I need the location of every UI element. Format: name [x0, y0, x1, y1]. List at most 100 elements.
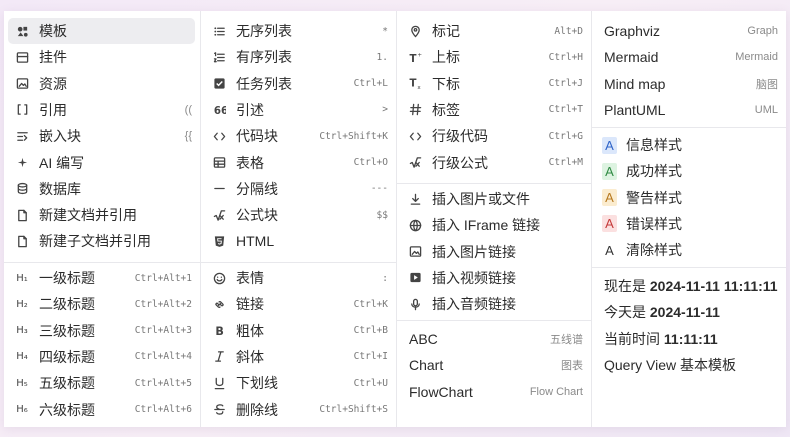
menu-item-date-current-time-value: 11:11:11: [663, 330, 718, 347]
menu-item-database[interactable]: 数据库: [8, 176, 195, 202]
menu-item-underline[interactable]: 下划线 Ctrl+U: [205, 370, 391, 396]
menu-item-link[interactable]: 链接 Ctrl+K: [205, 291, 391, 317]
video-icon: [407, 270, 423, 286]
menu-item-task-list-shortcut: Ctrl+L: [353, 78, 388, 90]
menu-item-ordered-list-shortcut: 1.: [376, 51, 388, 63]
menu-item-bold-shortcut: Ctrl+B: [353, 325, 388, 337]
menu-item-math-block[interactable]: 公式块 $$: [205, 202, 391, 228]
menu-item-insert-video-link[interactable]: 插入视频链接: [401, 265, 586, 291]
svg-text:66: 66: [213, 107, 225, 117]
divider-blocks-inline: [201, 262, 396, 263]
heading-6-icon: H₆: [16, 404, 28, 415]
menu-item-mark-label: 标记: [432, 23, 460, 39]
menu-item-chart-label: Chart: [409, 357, 444, 374]
embed-icon: [14, 128, 30, 144]
menu-item-quote-shortcut: >: [382, 104, 388, 116]
menu-item-abc[interactable]: ABC 五线谱: [401, 326, 586, 352]
menu-item-tag[interactable]: 标签 Ctrl+T: [401, 97, 586, 123]
menu-item-heading-4[interactable]: H₄ 四级标题 Ctrl+Alt+4: [8, 344, 195, 370]
menu-column-formatting: 无序列表 * 有序列表 1. 任务列表 Ctrl+L 66 引述 > 代码块 Ctrl+Shift+…: [200, 11, 396, 427]
menu-item-success-style[interactable]: A 成功样式: [596, 158, 781, 184]
menu-item-new-doc-ref[interactable]: 新建文档并引用: [8, 202, 195, 228]
menu-item-asset[interactable]: 资源: [8, 71, 195, 97]
menu-item-warning-style-label: 警告样式: [626, 189, 682, 206]
menu-item-info-style-badge: A: [602, 136, 617, 154]
menu-item-clear-style[interactable]: A 清除样式: [596, 237, 781, 263]
menu-item-strikethrough[interactable]: 删除线 Ctrl+Shift+S: [205, 397, 391, 423]
menu-item-ref[interactable]: 引用 ((: [8, 97, 195, 123]
menu-item-error-style[interactable]: A 错误样式: [596, 211, 781, 237]
menu-item-task-list[interactable]: 任务列表 Ctrl+L: [205, 71, 391, 97]
menu-item-new-subdoc-ref[interactable]: 新建子文档并引用: [8, 228, 195, 254]
divider-media-charts: [397, 320, 591, 321]
sparkle-icon: [14, 155, 30, 171]
menu-item-table-label: 表格: [236, 154, 264, 171]
menu-item-quote[interactable]: 66 引述 >: [205, 97, 391, 123]
menu-item-unordered-list[interactable]: 无序列表 *: [205, 18, 391, 44]
menu-item-abc-label: ABC: [409, 331, 438, 347]
menu-item-code-block[interactable]: 代码块 Ctrl+Shift+K: [205, 123, 391, 149]
menu-item-html[interactable]: HTML: [205, 228, 391, 254]
menu-column-diagrams-styles: Graphviz Graph Mermaid Mermaid Mind map 脑图 Pla…: [591, 11, 786, 427]
menu-item-italic-shortcut: Ctrl+I: [353, 351, 388, 363]
menu-item-insert-image-file[interactable]: 插入图片或文件: [401, 186, 586, 212]
menu-item-flowchart[interactable]: FlowChart Flow Chart: [401, 379, 586, 405]
menu-item-superscript[interactable]: T + 上标 Ctrl+H: [401, 44, 586, 70]
menu-item-italic[interactable]: 斜体 Ctrl+I: [205, 344, 391, 370]
menu-item-query-view[interactable]: Query View 基本模板: [596, 352, 781, 378]
italic-icon: [211, 349, 227, 365]
menu-item-tag-label: 标签: [432, 101, 460, 118]
menu-item-heading-3[interactable]: H₃ 三级标题 Ctrl+Alt+3: [8, 318, 195, 344]
menu-item-embed[interactable]: 嵌入块 {{: [8, 123, 195, 149]
menu-item-inline-math[interactable]: 行级公式 Ctrl+M: [401, 150, 586, 176]
menu-item-plantuml[interactable]: PlantUML UML: [596, 97, 781, 123]
menu-item-insert-iframe[interactable]: 插入 IFrame 链接: [401, 212, 586, 238]
menu-item-graphviz[interactable]: Graphviz Graph: [596, 18, 781, 44]
menu-item-mindmap[interactable]: Mind map 脑图: [596, 71, 781, 97]
image-icon: [407, 244, 423, 260]
menu-item-ai[interactable]: AI 编写: [8, 150, 195, 176]
menu-item-code-block-label: 代码块: [236, 128, 278, 145]
menu-item-mermaid[interactable]: Mermaid Mermaid: [596, 44, 781, 70]
math-icon: [407, 155, 423, 171]
menu-item-heading-1[interactable]: H₁ 一级标题 Ctrl+Alt+1: [8, 265, 195, 291]
menu-item-date-current-time[interactable]: 当前时间 11:11:11: [596, 326, 781, 352]
menu-item-widget[interactable]: 挂件: [8, 44, 195, 70]
menu-item-database-label: 数据库: [39, 180, 81, 197]
menu-item-graphviz-hint: Graph: [747, 25, 778, 37]
menu-item-inline-code[interactable]: 行级代码 Ctrl+G: [401, 123, 586, 149]
menu-item-link-label: 链接: [236, 296, 264, 313]
code-icon: [407, 128, 423, 144]
menu-item-info-style[interactable]: A 信息样式: [596, 132, 781, 158]
heading-3-icon: H₃: [16, 325, 28, 337]
menu-item-date-now[interactable]: 现在是 2024-11-11 11:11:11: [596, 273, 781, 299]
menu-item-date-current-time-label: 当前时间 11:11:11: [604, 329, 781, 349]
menu-item-bold[interactable]: B 粗体 Ctrl+B: [205, 318, 391, 344]
menu-item-divider-shortcut: ---: [370, 183, 388, 195]
menu-item-warning-style-badge: A: [602, 189, 617, 207]
menu-item-divider[interactable]: 分隔线 ---: [205, 176, 391, 202]
menu-item-table[interactable]: 表格 Ctrl+O: [205, 150, 391, 176]
menu-item-heading-6[interactable]: H₆ 六级标题 Ctrl+Alt+6: [8, 397, 195, 423]
menu-item-ordered-list[interactable]: 有序列表 1.: [205, 44, 391, 70]
menu-item-insert-image-link[interactable]: 插入图片链接: [401, 239, 586, 265]
menu-item-insert-audio-link[interactable]: 插入音频链接: [401, 291, 586, 317]
menu-item-subscript[interactable]: Tx 下标 Ctrl+J: [401, 71, 586, 97]
menu-item-heading-5[interactable]: H₅ 五级标题 Ctrl+Alt+5: [8, 370, 195, 396]
menu-item-superscript-shortcut: Ctrl+H: [548, 51, 583, 63]
menu-item-date-today[interactable]: 今天是 2024-11-11: [596, 299, 781, 325]
menu-item-error-style-label: 错误样式: [626, 215, 682, 232]
html-icon: [211, 233, 227, 249]
menu-item-heading-2[interactable]: H₂ 二级标题 Ctrl+Alt+2: [8, 291, 195, 317]
menu-item-chart[interactable]: Chart 图表: [401, 352, 586, 378]
menu-item-inline-code-shortcut: Ctrl+G: [548, 130, 583, 142]
menu-item-warning-style[interactable]: A 警告样式: [596, 185, 781, 211]
svg-text:+: +: [417, 52, 422, 58]
menu-item-success-style-badge: A: [602, 162, 617, 180]
microphone-icon: [407, 296, 423, 312]
menu-item-template[interactable]: 模板: [8, 18, 195, 44]
menu-item-mark[interactable]: 标记 Alt+D: [401, 18, 586, 44]
menu-item-embed-hint: {{: [184, 130, 192, 143]
menu-item-emoji[interactable]: 表情:: [205, 265, 391, 291]
widget-icon: [14, 49, 30, 65]
